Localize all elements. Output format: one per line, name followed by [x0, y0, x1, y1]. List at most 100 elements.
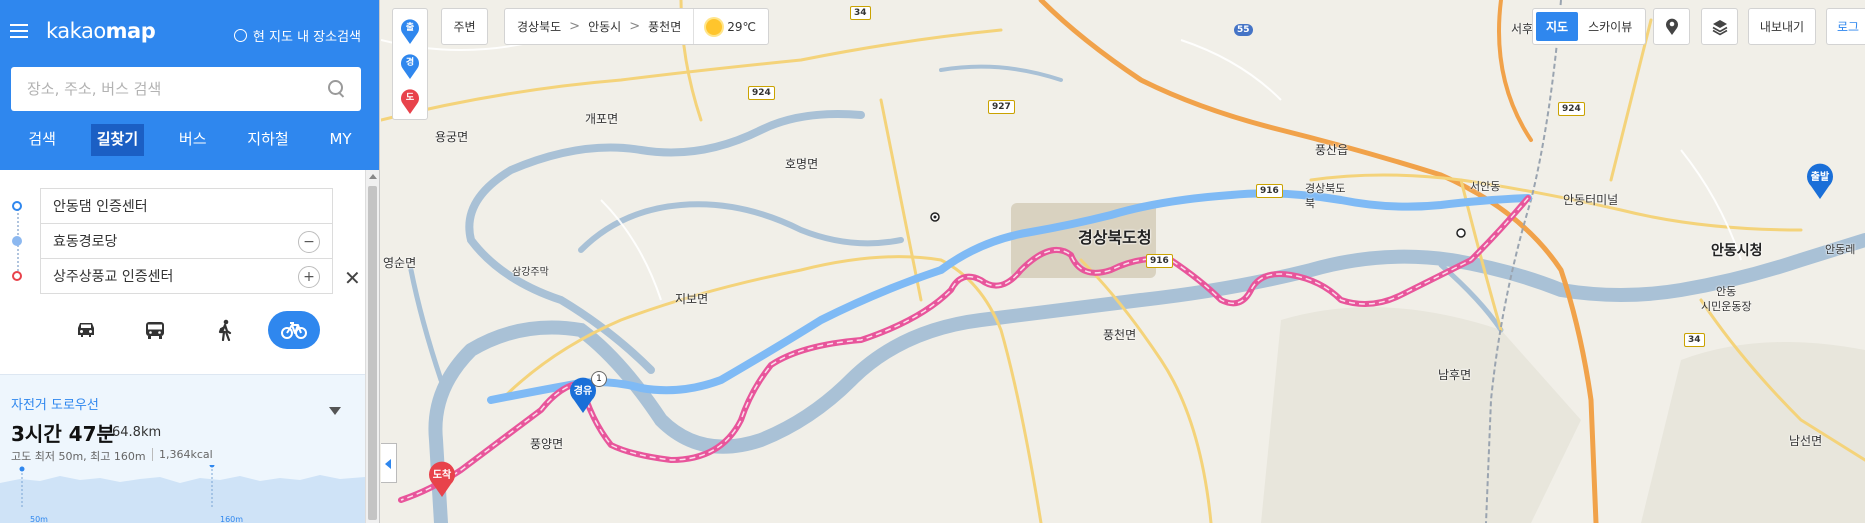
via-field[interactable]: 효동경로당 − — [12, 223, 333, 259]
start-field-value: 안동댐 인증센터 — [53, 199, 148, 215]
start-field[interactable]: 안동댐 인증센터 — [12, 188, 333, 224]
nearby-button[interactable]: 주변 — [441, 8, 488, 45]
breadcrumb-item[interactable]: 경상북도 — [517, 18, 561, 35]
end-dot-icon — [12, 271, 22, 281]
map-type-switch: 지도 스카이뷰 — [1532, 8, 1647, 45]
tab-bus[interactable]: 버스 — [173, 124, 213, 156]
breadcrumb: 경상북도 > 안동시 > 풍천면 — [505, 9, 693, 44]
quick-pin-start[interactable]: 출 — [400, 17, 420, 45]
via-number-badge: 1 — [591, 371, 607, 387]
road-shield: 916 — [1146, 254, 1173, 268]
place-label: 경상북도 — [1305, 182, 1346, 195]
logo-text: kakao — [46, 19, 106, 43]
map-type-skyview[interactable]: 스카이뷰 — [1578, 12, 1642, 41]
place-label-major: 경상북도청 — [1078, 228, 1152, 247]
via-field-value: 효동경로당 — [53, 234, 118, 250]
place-label: 안동 — [1716, 285, 1737, 298]
route-form: 안동댐 인증센터 효동경로당 − 상주상풍교 인증센터 + ✕ — [0, 170, 365, 375]
road-shield: 924 — [1558, 102, 1585, 116]
route-type-label: 자전거 도로우선 — [11, 398, 99, 413]
place-label: 지보면 — [675, 292, 709, 306]
quick-pin-start-label: 출 — [405, 23, 415, 33]
end-field-value: 상주상풍교 인증센터 — [53, 269, 174, 285]
place-label: 호명면 — [785, 157, 819, 171]
layers-button[interactable] — [1701, 8, 1738, 45]
clear-route-button[interactable]: ✕ — [344, 266, 361, 290]
search-icon[interactable] — [327, 79, 347, 99]
export-button[interactable]: 내보내기 — [1748, 8, 1816, 45]
scroll-thumb[interactable] — [368, 186, 377, 520]
end-field[interactable]: 상주상풍교 인증센터 + — [12, 258, 333, 294]
login-button[interactable]: 로그 — [1826, 8, 1865, 45]
quick-pin-end-label: 도 — [405, 93, 415, 103]
logo-bold-text: map — [105, 19, 156, 43]
map-type-map[interactable]: 지도 — [1536, 12, 1579, 41]
transport-modes — [60, 311, 320, 349]
breadcrumb-item[interactable]: 안동시 — [588, 18, 621, 35]
place-label: 풍천면 — [1103, 328, 1137, 342]
location-breadcrumb: 경상북도 > 안동시 > 풍천면 29℃ — [504, 8, 769, 45]
road-shield: 55 — [1234, 24, 1253, 36]
quick-pin-via-label: 경 — [405, 58, 415, 68]
nav-tabs: 검색 길찾기 버스 지하철 MY — [0, 124, 380, 156]
place-label: 풍양면 — [530, 437, 564, 451]
place-label: 용궁면 — [435, 130, 469, 144]
tab-directions[interactable]: 길찾기 — [90, 124, 145, 156]
logo[interactable]: kakaomap — [46, 19, 156, 43]
app-root: kakaomap 현 지도 내 장소검색 검색 길찾기 버스 지하철 MY 안동… — [0, 0, 1865, 523]
route-result[interactable]: 자전거 도로우선 3시간 47분 64.8km 고도 최저 50m, 최고 16… — [0, 374, 365, 523]
start-marker-label: 출발 — [1810, 172, 1830, 183]
place-label: 안동터미널 — [1563, 193, 1619, 207]
road-shield: 924 — [748, 86, 775, 100]
chevron-right-icon: > — [569, 19, 581, 34]
bus-icon — [146, 322, 165, 339]
place-label: 안동레 — [1825, 243, 1856, 256]
mode-bus-button[interactable] — [129, 311, 181, 349]
tab-subway[interactable]: 지하철 — [241, 124, 294, 156]
graph-label-max: 160m — [220, 515, 243, 523]
chevron-down-icon[interactable] — [329, 407, 341, 415]
weather[interactable]: 29℃ — [693, 9, 768, 44]
sidebar: kakaomap 현 지도 내 장소검색 검색 길찾기 버스 지하철 MY 안동… — [0, 0, 380, 523]
scroll-up-icon[interactable] — [369, 174, 377, 179]
remove-via-button[interactable]: − — [298, 231, 320, 253]
quick-pin-end[interactable]: 도 — [400, 87, 420, 115]
menu-icon[interactable] — [10, 24, 28, 38]
bicycle-icon — [280, 322, 307, 339]
elevation-graph: 50m 160m — [0, 465, 365, 523]
layers-icon — [1712, 19, 1727, 35]
place-label: 풍산읍 — [1315, 143, 1349, 157]
quick-pins: 출 경 도 — [392, 8, 428, 120]
place-label: 남후면 — [1438, 368, 1472, 382]
my-location-button[interactable] — [1653, 8, 1690, 45]
place-label: 개포면 — [585, 112, 619, 126]
tab-my[interactable]: MY — [323, 124, 357, 156]
map-base — [381, 0, 1865, 523]
mode-bicycle-button[interactable] — [267, 311, 320, 349]
road-shield: 34 — [850, 6, 871, 20]
start-dot-icon — [12, 201, 22, 211]
area-search-toggle[interactable]: 현 지도 내 장소검색 — [233, 26, 361, 45]
quick-pin-via[interactable]: 경 — [400, 52, 420, 80]
place-label: 북 — [1305, 197, 1316, 210]
chevron-right-icon: > — [629, 19, 641, 34]
map-canvas[interactable]: 면 용궁면 개포면 호명면 영순면 삼강주막 지보면 풍천면 풍양면 경상북도청… — [381, 0, 1865, 523]
search-box — [11, 67, 361, 111]
route-calories: 1,364kcal — [152, 448, 213, 461]
add-via-button[interactable]: + — [298, 266, 320, 288]
sidebar-scrollbar[interactable] — [365, 170, 379, 523]
mode-car-button[interactable] — [60, 311, 112, 349]
breadcrumb-item[interactable]: 풍천면 — [648, 18, 681, 35]
route-elevation: 고도 최저 50m, 최고 160m — [11, 450, 146, 463]
place-label: 서안동 — [1470, 180, 1501, 193]
mode-walk-button[interactable] — [199, 311, 251, 349]
end-marker[interactable]: 도착 — [427, 458, 457, 498]
tab-search[interactable]: 검색 — [22, 124, 62, 156]
place-label-major: 안동시청 — [1711, 243, 1763, 259]
route-distance: 64.8km — [112, 425, 162, 440]
search-input[interactable] — [11, 80, 327, 98]
car-icon — [78, 323, 94, 337]
collapse-sidebar-button[interactable] — [381, 443, 397, 483]
start-marker[interactable]: 출발 — [1805, 160, 1835, 200]
area-search-label: 현 지도 내 장소검색 — [252, 30, 361, 45]
